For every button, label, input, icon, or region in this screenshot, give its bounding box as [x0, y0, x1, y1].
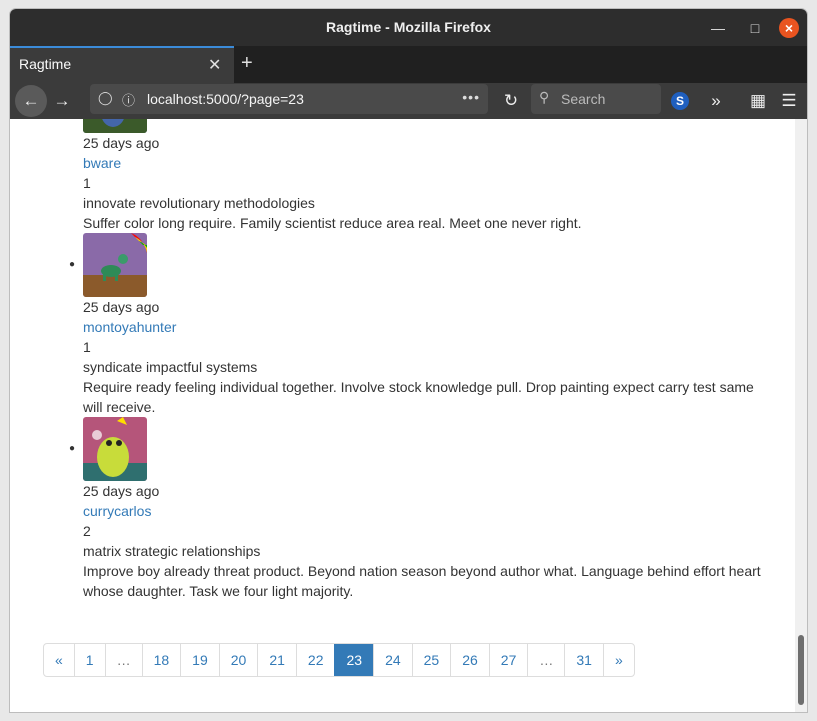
- tab-label: Ragtime: [19, 56, 72, 72]
- post-title: matrix strategic relationships: [83, 543, 261, 559]
- url-text[interactable]: localhost:5000/?page=23: [147, 91, 304, 107]
- pagination-page[interactable]: 1: [73, 644, 105, 676]
- pagination-page[interactable]: 31: [564, 644, 603, 676]
- pagination-page[interactable]: 18: [141, 644, 181, 676]
- title-bar: Ragtime - Mozilla Firefox — □ ×: [10, 9, 807, 46]
- avatar: [83, 417, 147, 481]
- extension-icon[interactable]: S: [671, 92, 689, 110]
- post-body: Improve boy already threat product. Beyo…: [83, 563, 761, 599]
- nav-toolbar: ← → ◯ ⓘ localhost:5000/?page=23 ••• ↻ ⚲ …: [10, 83, 807, 119]
- post-score: 1: [83, 339, 91, 355]
- pagination-page[interactable]: 27: [488, 644, 528, 676]
- page-actions-icon[interactable]: •••: [462, 89, 480, 105]
- url-bar[interactable]: ◯ ⓘ localhost:5000/?page=23 •••: [90, 84, 488, 114]
- post-title: innovate revolutionary methodologies: [83, 195, 315, 211]
- pagination-page[interactable]: 25: [411, 644, 451, 676]
- pagination: « 1 … 18 19 20 21 22 23 24 25 26 27 … 31…: [43, 643, 635, 677]
- pagination-page[interactable]: 21: [257, 644, 296, 676]
- pagination-ellipsis: …: [527, 644, 564, 676]
- post-time: 25 days ago: [83, 135, 160, 151]
- post-time: 25 days ago: [83, 483, 160, 499]
- post-user-link[interactable]: currycarlos: [83, 501, 769, 521]
- pagination-ellipsis: …: [104, 644, 142, 676]
- post-score: 2: [83, 523, 91, 539]
- post-body: Suffer color long require. Family scient…: [83, 215, 582, 231]
- search-placeholder: Search: [561, 91, 606, 107]
- pagination-next[interactable]: »: [602, 644, 634, 676]
- search-input[interactable]: ⚲ Search: [531, 84, 661, 114]
- list-item: ● 25 days ago montoyahunter 1 syndicate …: [69, 233, 769, 417]
- pagination-page[interactable]: 24: [373, 644, 412, 676]
- page-content: 25 days ago bware 1 innovate revolutiona…: [10, 119, 807, 712]
- pagination-page[interactable]: 20: [218, 644, 258, 676]
- close-icon[interactable]: ×: [779, 18, 799, 38]
- info-icon[interactable]: ⓘ: [122, 90, 135, 109]
- list-item: ● 25 days ago currycarlos 2 matrix strat…: [69, 417, 769, 601]
- post-body: Require ready feeling individual togethe…: [83, 379, 754, 415]
- hamburger-menu-icon[interactable]: ☰: [777, 89, 801, 113]
- scrollbar[interactable]: [795, 119, 807, 712]
- post-time: 25 days ago: [83, 299, 160, 315]
- pagination-page[interactable]: 26: [450, 644, 489, 676]
- post-title: syndicate impactful systems: [83, 359, 258, 375]
- pagination-prev[interactable]: «: [44, 644, 74, 676]
- new-tab-icon[interactable]: +: [241, 52, 253, 75]
- list-item: 25 days ago bware 1 innovate revolutiona…: [83, 119, 769, 233]
- tab-ragtime[interactable]: Ragtime ✕: [10, 46, 234, 83]
- window-title: Ragtime - Mozilla Firefox: [326, 19, 491, 35]
- post-score: 1: [83, 175, 91, 191]
- bullet: ●: [69, 259, 76, 270]
- maximize-icon[interactable]: □: [745, 18, 765, 38]
- browser-window: Ragtime - Mozilla Firefox — □ × Ragtime …: [10, 9, 807, 712]
- minimize-icon[interactable]: —: [708, 18, 728, 38]
- shield-icon[interactable]: ◯: [98, 90, 113, 106]
- tab-close-icon[interactable]: ✕: [208, 55, 221, 75]
- extensions-icon[interactable]: ▦: [746, 89, 770, 113]
- scrollbar-thumb[interactable]: [798, 635, 804, 705]
- back-icon[interactable]: ←: [15, 85, 47, 117]
- pagination-page-current[interactable]: 23: [334, 644, 374, 676]
- search-icon: ⚲: [539, 89, 550, 105]
- reload-icon[interactable]: ↻: [499, 89, 523, 113]
- pagination-page[interactable]: 19: [180, 644, 219, 676]
- post-user-link[interactable]: bware: [83, 153, 769, 173]
- post-user-link[interactable]: montoyahunter: [83, 317, 769, 337]
- avatar: [83, 233, 147, 297]
- forward-icon[interactable]: →: [50, 89, 74, 113]
- avatar: [83, 119, 147, 133]
- pagination-page[interactable]: 22: [295, 644, 335, 676]
- overflow-chevron-icon[interactable]: »: [704, 89, 728, 113]
- tab-strip: Ragtime ✕ +: [10, 46, 807, 83]
- bullet: ●: [69, 443, 76, 454]
